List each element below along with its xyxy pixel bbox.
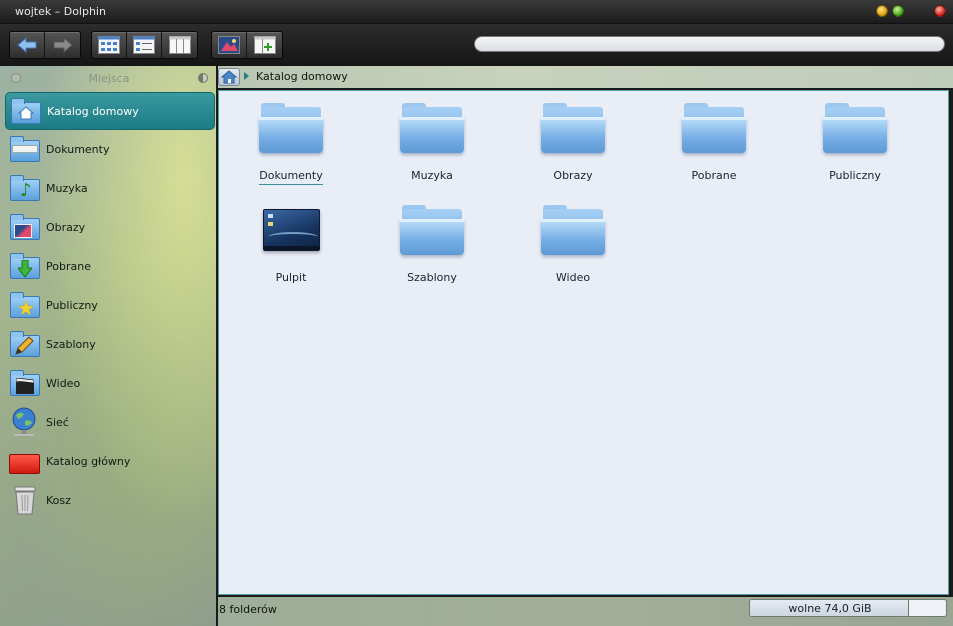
folder-item-pulpit[interactable]: Pulpit (231, 197, 351, 289)
title-bar: wojtek – Dolphin (0, 0, 953, 24)
folder-item-wideo[interactable]: Wideo (513, 197, 633, 289)
sidebar-item-downloads[interactable]: Pobrane (5, 247, 215, 285)
details-view-button[interactable] (127, 32, 162, 58)
toolbar (0, 24, 953, 66)
folder-icon (400, 103, 464, 153)
folder-item-muzyka[interactable]: Muzyka (372, 95, 492, 187)
item-label: Wideo (555, 271, 591, 284)
sidebar-item-label: Katalog domowy (47, 104, 139, 118)
sidebar-item-label: Kosz (46, 493, 71, 507)
breadcrumb-separator-icon (244, 72, 249, 80)
breadcrumb: Katalog domowy (218, 66, 953, 88)
breadcrumb-item[interactable]: Katalog domowy (256, 70, 348, 83)
trash-icon (8, 484, 40, 516)
item-label: Publiczny (829, 169, 881, 182)
sidebar-item-label: Publiczny (46, 298, 98, 312)
sidebar-item-pictures[interactable]: Obrazy (5, 208, 215, 246)
icons-view-icon (98, 36, 120, 54)
folder-icon (541, 103, 605, 153)
sidebar-item-label: Dokumenty (46, 142, 110, 156)
navigation-group (9, 31, 81, 59)
split-view-icon (253, 36, 276, 54)
item-label: Szablony (407, 271, 457, 284)
preview-icon (218, 36, 240, 54)
sidebar-item-home[interactable]: Katalog domowy (5, 92, 215, 130)
preview-button[interactable] (212, 32, 247, 58)
location-search-input[interactable] (474, 36, 945, 52)
sidebar-item-label: Pobrane (46, 259, 91, 273)
folder-item-szablony[interactable]: Szablony (372, 197, 492, 289)
public-folder-icon: ★ (8, 289, 40, 321)
folder-icon (259, 103, 323, 153)
folder-icon (400, 205, 464, 255)
icons-view-button[interactable] (92, 32, 127, 58)
float-panel-icon[interactable] (198, 73, 208, 83)
back-arrow-icon (17, 37, 37, 53)
sidebar-item-label: Obrazy (46, 220, 86, 234)
folder-icon (541, 205, 605, 255)
item-label: Muzyka (411, 169, 453, 182)
folder-item-obrazy[interactable]: Obrazy (513, 95, 633, 187)
details-view-icon (133, 36, 155, 54)
sidebar-item-templates[interactable]: Szablony (5, 325, 215, 363)
folder-icon (823, 103, 887, 153)
item-label: Obrazy (553, 169, 593, 182)
home-icon (220, 70, 238, 84)
music-folder-icon: ♪ (8, 172, 40, 204)
sidebar-item-network[interactable]: Sieć (5, 403, 215, 441)
places-panel-header: Miejsca (0, 70, 218, 86)
item-label: Dokumenty (259, 169, 323, 185)
templates-folder-icon (8, 328, 40, 360)
columns-view-icon (168, 36, 191, 54)
columns-view-button[interactable] (162, 32, 197, 58)
places-panel: Miejsca Katalog domowy Dokumenty ♪ Muzyk… (0, 66, 218, 626)
back-button[interactable] (10, 32, 45, 58)
status-text: 8 folderów (219, 603, 277, 616)
sidebar-item-trash[interactable]: Kosz (5, 481, 215, 519)
sidebar-item-documents[interactable]: Dokumenty (5, 130, 215, 168)
sidebar-item-music[interactable]: ♪ Muzyka (5, 169, 215, 207)
free-space-indicator[interactable]: wolne 74,0 GiB (749, 599, 947, 617)
breadcrumb-home-button[interactable] (218, 68, 240, 86)
desktop-thumbnail-icon (263, 209, 320, 251)
file-view[interactable]: Dokumenty Muzyka Obrazy Pobrane Publiczn… (218, 90, 949, 595)
close-button[interactable] (934, 5, 946, 17)
videos-folder-icon (8, 367, 40, 399)
sidebar-item-label: Wideo (46, 376, 81, 390)
sidebar-item-label: Sieć (46, 415, 69, 429)
item-label: Pobrane (691, 169, 737, 182)
sidebar-item-label: Szablony (46, 337, 96, 351)
folder-icon (682, 103, 746, 153)
maximize-button[interactable] (892, 5, 904, 17)
extra-actions-group (211, 31, 283, 59)
sidebar-item-videos[interactable]: Wideo (5, 364, 215, 402)
places-panel-title: Miejsca (88, 72, 130, 85)
downloads-folder-icon (8, 250, 40, 282)
folder-item-publiczny[interactable]: Publiczny (795, 95, 915, 187)
item-label: Pulpit (275, 271, 307, 284)
home-folder-icon (9, 95, 41, 127)
status-bar: 8 folderów wolne 74,0 GiB (218, 597, 953, 626)
window-title: wojtek – Dolphin (15, 5, 106, 18)
free-space-label: wolne 74,0 GiB (788, 602, 872, 615)
pictures-folder-icon (8, 211, 40, 243)
view-mode-group (91, 31, 198, 59)
network-globe-icon (8, 406, 40, 438)
forward-arrow-icon (53, 37, 73, 53)
minimize-button[interactable] (876, 5, 888, 17)
split-view-button[interactable] (247, 32, 282, 58)
sidebar-item-root[interactable]: Katalog główny (5, 442, 215, 480)
folder-item-dokumenty[interactable]: Dokumenty (231, 95, 351, 187)
sidebar-item-label: Katalog główny (46, 454, 131, 468)
folder-item-pobrane[interactable]: Pobrane (654, 95, 774, 187)
sidebar-item-public[interactable]: ★ Publiczny (5, 286, 215, 324)
forward-button[interactable] (45, 32, 80, 58)
documents-folder-icon (8, 133, 40, 165)
sidebar-item-label: Muzyka (46, 181, 88, 195)
root-folder-icon (8, 445, 40, 477)
